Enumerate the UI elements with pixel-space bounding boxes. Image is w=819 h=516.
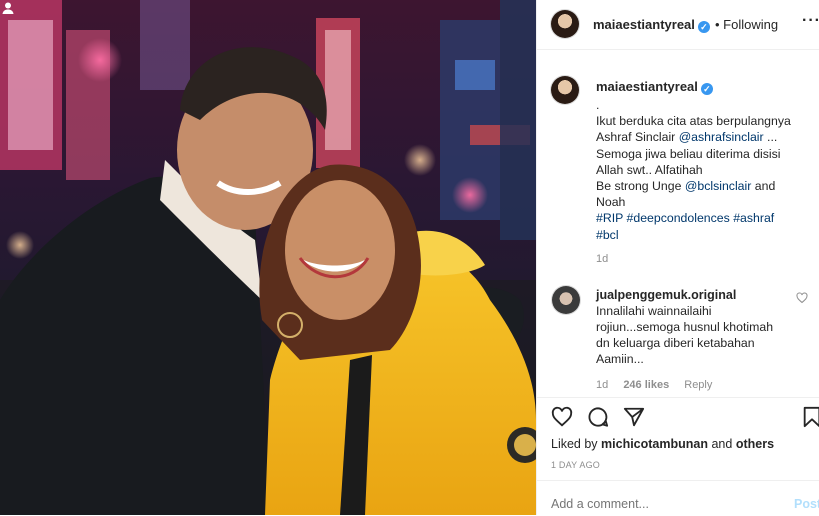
hashtag-links[interactable]: #RIP #deepcondolences #ashraf — [596, 210, 812, 226]
actions-divider — [537, 397, 819, 398]
comment-icon[interactable] — [587, 406, 609, 428]
comment-time[interactable]: 1d — [596, 379, 608, 391]
bookmark-icon[interactable] — [801, 406, 819, 428]
caption-line: Noah — [596, 195, 626, 210]
commenter-username[interactable]: jualpenggemuk.original — [596, 288, 736, 302]
author-avatar[interactable] — [551, 10, 579, 38]
caption-line: Ashraf Sinclair @ashrafsinclair ... — [596, 129, 812, 145]
comment-text: Innalilahi wainnailaihi rojiun...semoga … — [596, 303, 796, 367]
heart-icon[interactable] — [551, 406, 573, 428]
caption-time[interactable]: 1d — [596, 253, 608, 265]
comment-likes[interactable]: 246 likes — [623, 379, 669, 391]
caption-line: . — [596, 98, 600, 112]
caption-line: Semoga jiwa beliau diterima disisi — [596, 146, 781, 161]
author-username[interactable]: maiaestiantyreal — [593, 17, 695, 32]
liked-by-prefix: Liked by — [551, 437, 602, 451]
photo-illustration — [0, 0, 536, 515]
mention-link-bclsinclair[interactable]: @bclsinclair — [685, 179, 751, 193]
comment-line: Innalilahi wainnailaihi — [596, 304, 712, 318]
caption-text-segment: Be strong Unge — [596, 179, 685, 194]
liked-by-others[interactable]: others — [736, 437, 774, 451]
more-options-icon[interactable]: ··· — [802, 12, 819, 30]
commenter-avatar[interactable] — [552, 286, 580, 314]
following-button[interactable]: • Following — [715, 17, 778, 32]
caption-text: . Ikut berduka cita atas berpulangnya As… — [596, 97, 812, 243]
author-username-row[interactable]: maiaestiantyreal ✓ — [593, 17, 710, 33]
comment-like-heart-icon[interactable] — [796, 292, 808, 304]
post-date[interactable]: 1 DAY AGO — [551, 460, 600, 470]
add-comment-input[interactable] — [551, 497, 771, 511]
comment-meta: 1d 246 likes Reply — [596, 379, 724, 391]
post-side-panel: maiaestiantyreal✓ • Following ··· maiaes… — [536, 0, 819, 515]
mention-link-ashrafsinclair[interactable]: @ashrafsinclair — [679, 130, 764, 144]
caption-line: Allah swt.. Alfatihah — [596, 162, 703, 177]
verified-badge-icon: ✓ — [697, 21, 710, 33]
post-photo[interactable] — [0, 0, 536, 515]
post-comment-button[interactable]: Post — [794, 497, 819, 511]
caption-text-segment: Ashraf Sinclair — [596, 130, 679, 145]
post-header: maiaestiantyreal✓ • Following ··· — [537, 0, 819, 50]
caption-text-segment: ... — [763, 130, 778, 145]
hashtag-link-bcl[interactable]: #bcl — [596, 227, 812, 243]
caption-text-segment: and — [751, 179, 776, 194]
liked-by: Liked by michicotambunan and others — [551, 437, 774, 451]
reply-button[interactable]: Reply — [684, 379, 712, 391]
user-tag-icon[interactable] — [0, 0, 16, 16]
caption-avatar[interactable] — [551, 76, 579, 104]
verified-badge-icon: ✓ — [700, 83, 713, 95]
comment-line: Aamiin... — [596, 352, 644, 366]
comment-line: rojiun...semoga husnul khotimah — [596, 320, 774, 334]
comment-line: dn keluarga diberi ketabahan — [596, 336, 755, 350]
caption-line: Ikut berduka cita atas berpulangnya — [596, 114, 791, 129]
liked-by-suffix: and — [708, 437, 736, 451]
caption-username[interactable]: maiaestiantyreal — [596, 79, 698, 94]
caption-username-row[interactable]: maiaestiantyreal ✓ — [596, 79, 713, 95]
caption-line: Be strong Unge @bclsinclair and — [596, 178, 812, 194]
liked-by-user[interactable]: michicotambunan — [601, 437, 708, 451]
share-icon[interactable] — [623, 406, 645, 428]
